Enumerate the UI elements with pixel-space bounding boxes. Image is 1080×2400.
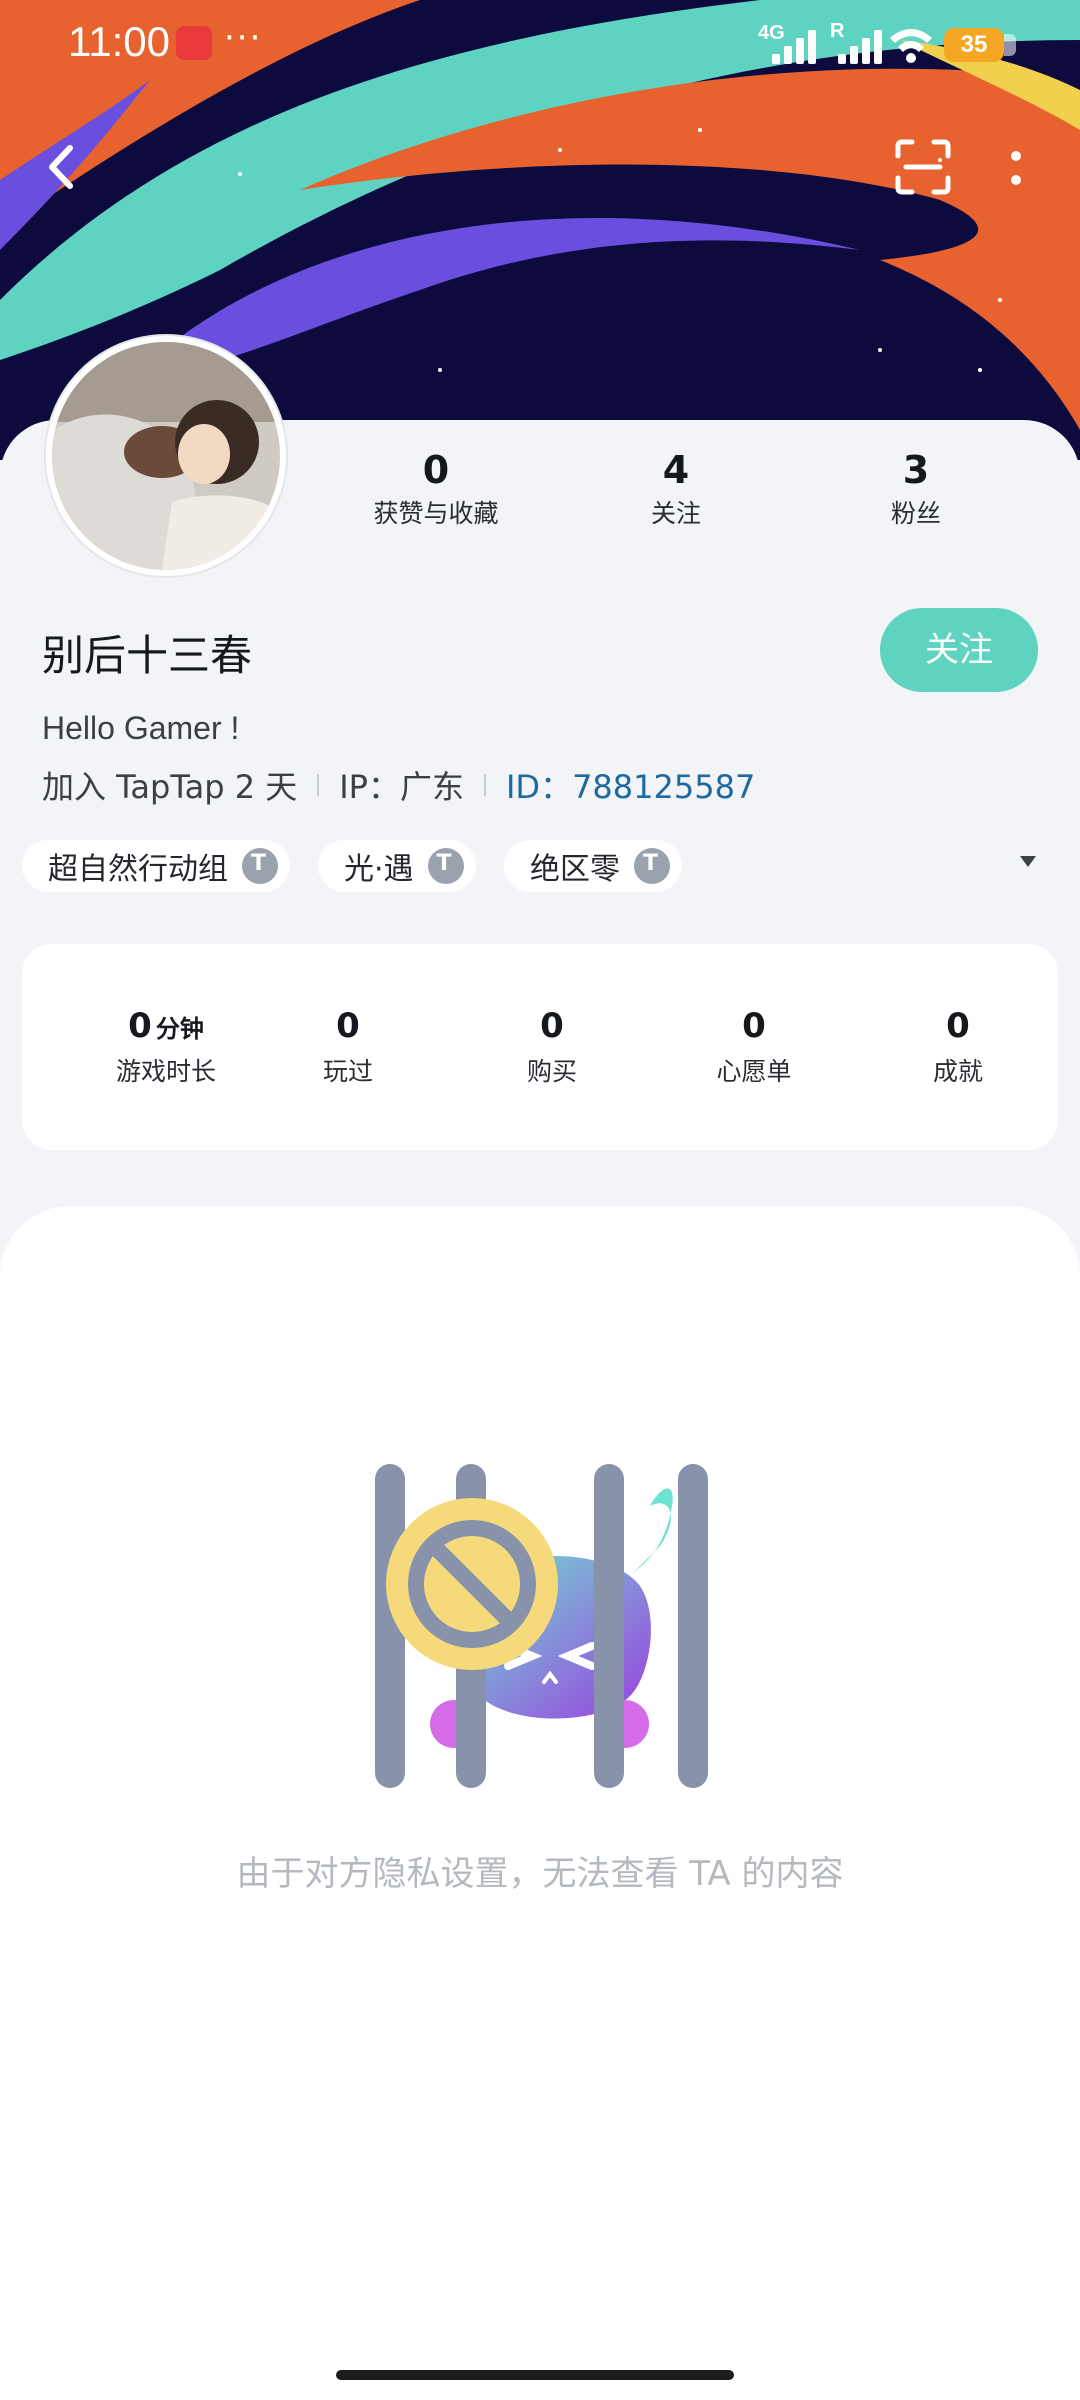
stat-label: 获赞与收藏 (373, 499, 499, 528)
back-arrow-icon[interactable] (40, 140, 88, 194)
avatar[interactable] (46, 336, 286, 576)
follow-button[interactable]: 关注 (880, 608, 1038, 692)
join-date: 加入 TapTap 2 天 (42, 768, 298, 806)
game-stat-value: 0 (128, 1006, 152, 1046)
signal-icon (772, 28, 818, 64)
stat-value: 3 (902, 448, 930, 492)
battery-level: 35 (960, 31, 988, 58)
divider (317, 774, 320, 796)
tag-chip[interactable]: 绝区零 (504, 840, 682, 892)
game-stat-unit: 分钟 (155, 1015, 204, 1043)
app-notification-icon (176, 26, 212, 60)
game-stat-playtime[interactable]: 0 分钟 游戏时长 (66, 1006, 266, 1088)
game-stat-purchased[interactable]: 0 购买 (452, 1006, 652, 1088)
taptap-badge-icon (634, 848, 670, 884)
privacy-message: 由于对方隐私设置，无法查看 TA 的内容 (236, 1854, 844, 1894)
bio: Hello Gamer ! (42, 710, 240, 746)
game-stat-label: 成就 (932, 1057, 983, 1086)
status-bar: 11:00 ··· 4G R 35 (0, 0, 1080, 90)
scan-icon[interactable] (894, 138, 952, 196)
game-stat-played[interactable]: 0 玩过 (248, 1006, 448, 1088)
stat-label: 粉丝 (890, 499, 941, 528)
tag-label: 光·遇 (344, 852, 414, 887)
tag-chip[interactable]: 光·遇 (318, 840, 476, 892)
user-id[interactable]: ID：788125587 (506, 762, 755, 808)
stat-value: 4 (662, 448, 690, 492)
status-more-dots: ··· (224, 18, 263, 58)
divider (483, 774, 486, 796)
ip-location: IP：广东 (339, 768, 464, 806)
game-stat-wishlist[interactable]: 0 心愿单 (654, 1006, 854, 1088)
status-time: 11:00 (68, 18, 170, 65)
wifi-icon (890, 29, 932, 63)
game-stats-card: 0 分钟 游戏时长 0 玩过 0 购买 0 心愿单 0 成就 (22, 944, 1058, 1150)
tag-label: 绝区零 (530, 852, 620, 887)
game-stat-value: 0 (336, 1006, 360, 1046)
stat-label: 关注 (650, 499, 701, 528)
game-stat-value: 0 (742, 1006, 766, 1046)
game-stat-value: 0 (540, 1006, 564, 1046)
taptap-badge-icon (242, 848, 278, 884)
content-card (0, 1206, 1080, 2400)
game-stat-achievements[interactable]: 0 成就 (858, 1006, 1058, 1088)
game-stat-label: 购买 (526, 1057, 577, 1086)
game-stat-label: 游戏时长 (115, 1057, 216, 1086)
home-indicator[interactable] (336, 2370, 734, 2380)
stat-value: 0 (422, 448, 450, 492)
tag-label: 超自然行动组 (48, 852, 228, 887)
expand-tags-icon[interactable] (1020, 856, 1036, 867)
privacy-locked-illustration (375, 1464, 708, 1788)
stat-likes-favorites[interactable]: 0 获赞与收藏 (336, 448, 536, 530)
stat-following[interactable]: 4 关注 (576, 448, 776, 530)
tag-chip[interactable]: 超自然行动组 (22, 840, 290, 892)
username: 别后十三春 (42, 631, 253, 680)
stat-followers[interactable]: 3 粉丝 (816, 448, 1016, 530)
game-stat-value: 0 (946, 1006, 970, 1046)
game-stat-label: 玩过 (322, 1057, 373, 1086)
taptap-badge-icon (427, 848, 464, 884)
battery-icon: 35 (944, 28, 1016, 62)
signal-icon (838, 28, 884, 64)
more-vertical-icon[interactable] (1002, 140, 1030, 198)
game-stat-label: 心愿单 (716, 1057, 792, 1086)
profile-meta-row: 加入 TapTap 2 天 IP：广东 ID：788125587 (42, 762, 755, 808)
